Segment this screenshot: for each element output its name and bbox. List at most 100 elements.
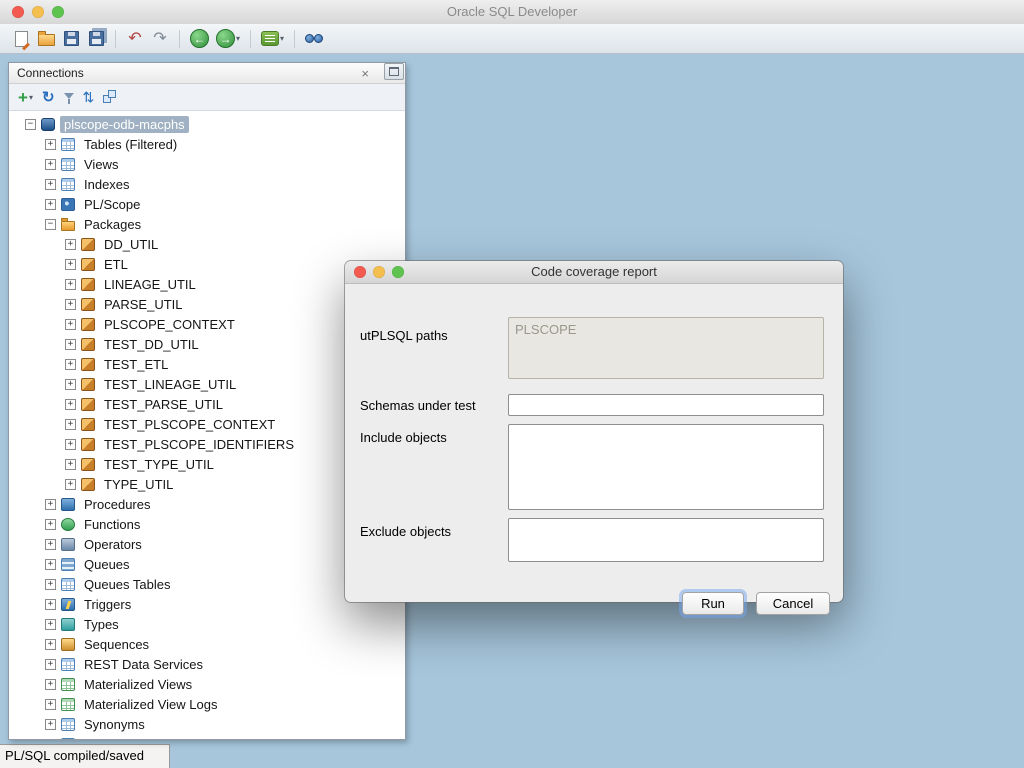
restore-window-icon (389, 67, 399, 76)
tree-item[interactable]: + REST Data Services (9, 654, 405, 674)
tree-item[interactable]: + Sequences (9, 634, 405, 654)
connections-panel-header[interactable]: Connections × (9, 63, 405, 84)
dialog-close-button[interactable] (354, 266, 366, 278)
dialog-zoom-button[interactable] (392, 266, 404, 278)
expander-icon[interactable]: + (45, 159, 56, 170)
run-script-button[interactable]: ▾ (261, 29, 284, 49)
tree-item-label: TEST_PARSE_UTIL (100, 396, 227, 413)
expander-icon[interactable]: − (45, 219, 56, 230)
utplsql-paths-field[interactable]: PLSCOPE (508, 317, 824, 379)
expander-icon[interactable]: + (45, 199, 56, 210)
expander-icon[interactable]: + (45, 499, 56, 510)
expander-icon[interactable]: + (45, 539, 56, 550)
expander-icon[interactable]: + (65, 239, 76, 250)
tree-item[interactable]: + Materialized Views (9, 674, 405, 694)
tree-item-label: plscope-odb-macphs (60, 116, 189, 133)
tree-item-label: Sequences (80, 636, 153, 653)
dialog-titlebar[interactable]: Code coverage report (345, 261, 843, 284)
expander-icon[interactable]: + (45, 579, 56, 590)
expander-icon[interactable]: + (45, 639, 56, 650)
new-connection-button[interactable]: +▾ (18, 87, 33, 107)
expander-icon[interactable]: + (45, 599, 56, 610)
connections-panel-title: Connections (17, 66, 84, 80)
expander-icon[interactable]: + (65, 459, 76, 470)
run-button[interactable]: Run (682, 592, 744, 615)
float-panel-button[interactable] (384, 63, 404, 80)
code-coverage-dialog: Code coverage report utPLSQL paths PLSCO… (345, 261, 843, 602)
tree-item-label: Indexes (80, 176, 134, 193)
dialog-title: Code coverage report (531, 264, 657, 279)
tree-item-label: PARSE_UTIL (100, 296, 187, 313)
expander-icon[interactable]: − (25, 119, 36, 130)
expander-icon[interactable]: + (65, 319, 76, 330)
close-panel-icon[interactable]: × (361, 67, 369, 80)
expander-icon[interactable]: + (45, 699, 56, 710)
tree-item-label: REST Data Services (80, 656, 207, 673)
save-button[interactable] (62, 29, 80, 49)
mview-icon (61, 678, 75, 691)
save-icon (64, 31, 79, 46)
collapse-all-button[interactable] (103, 87, 117, 107)
filter-icon (64, 93, 74, 99)
expander-icon[interactable]: + (45, 719, 56, 730)
tree-item[interactable]: + DD_UTIL (9, 234, 405, 254)
tree-item[interactable]: + Synonyms (9, 714, 405, 734)
cancel-button[interactable]: Cancel (756, 592, 830, 615)
tree-item[interactable]: + Indexes (9, 174, 405, 194)
expander-icon[interactable]: + (65, 299, 76, 310)
tree-item-label: TEST_PLSCOPE_IDENTIFIERS (100, 436, 298, 453)
expander-icon[interactable]: + (45, 559, 56, 570)
expander-icon[interactable]: + (65, 439, 76, 450)
tree-item[interactable]: − plscope-odb-macphs (9, 114, 405, 134)
sort-button[interactable]: ⇅ (83, 87, 95, 107)
tree-item-label: Materialized View Logs (80, 696, 221, 713)
tree-item[interactable]: + Tables (Filtered) (9, 134, 405, 154)
tree-item[interactable]: − Packages (9, 214, 405, 234)
tree-item-label: TEST_TYPE_UTIL (100, 456, 218, 473)
refresh-button[interactable]: ↻ (42, 87, 55, 107)
new-file-button[interactable] (12, 29, 30, 49)
redo-button[interactable]: ↷ (151, 29, 169, 49)
undo-button[interactable]: ↶ (126, 29, 144, 49)
expander-icon[interactable]: + (65, 359, 76, 370)
expander-icon[interactable]: + (65, 479, 76, 490)
toolbar-separator (115, 30, 116, 48)
utplsql-paths-label: utPLSQL paths (360, 328, 448, 343)
expander-icon[interactable]: + (65, 279, 76, 290)
tree-item-label: PLSCOPE_CONTEXT (100, 316, 239, 333)
tree-item[interactable]: + PL/Scope (9, 194, 405, 214)
save-all-button[interactable] (87, 29, 105, 49)
expander-icon[interactable]: + (45, 659, 56, 670)
expander-icon[interactable]: + (45, 679, 56, 690)
open-file-button[interactable] (37, 29, 55, 49)
expander-icon[interactable]: + (65, 419, 76, 430)
tree-item-label: Synonyms (80, 716, 149, 733)
tree-item[interactable]: + Types (9, 614, 405, 634)
expander-icon[interactable]: + (45, 139, 56, 150)
expander-icon[interactable]: + (65, 259, 76, 270)
schemas-under-test-input[interactable] (508, 394, 824, 416)
tree-item[interactable]: + Views (9, 154, 405, 174)
expander-icon[interactable]: + (45, 179, 56, 190)
tree-item-label: LINEAGE_UTIL (100, 276, 200, 293)
expander-icon[interactable]: + (45, 739, 56, 740)
tree-item-label: Types (80, 616, 123, 633)
tree-item-label: Triggers (80, 596, 135, 613)
expander-icon[interactable]: + (65, 399, 76, 410)
dialog-minimize-button[interactable] (373, 266, 385, 278)
exclude-objects-field[interactable] (508, 518, 824, 562)
include-objects-field[interactable] (508, 424, 824, 510)
expander-icon[interactable]: + (45, 619, 56, 630)
expander-icon[interactable]: + (65, 379, 76, 390)
tree-item[interactable]: + Public Synonyms (9, 734, 405, 739)
view-icon (61, 158, 75, 171)
expander-icon[interactable]: + (65, 339, 76, 350)
filter-button[interactable] (64, 87, 74, 107)
connection-icon (41, 118, 55, 131)
window-titlebar: Oracle SQL Developer (0, 0, 1024, 25)
forward-button[interactable]: →▾ (216, 29, 240, 49)
back-button[interactable]: ← (190, 29, 209, 49)
expander-icon[interactable]: + (45, 519, 56, 530)
tree-item[interactable]: + Materialized View Logs (9, 694, 405, 714)
find-button[interactable] (305, 29, 325, 49)
